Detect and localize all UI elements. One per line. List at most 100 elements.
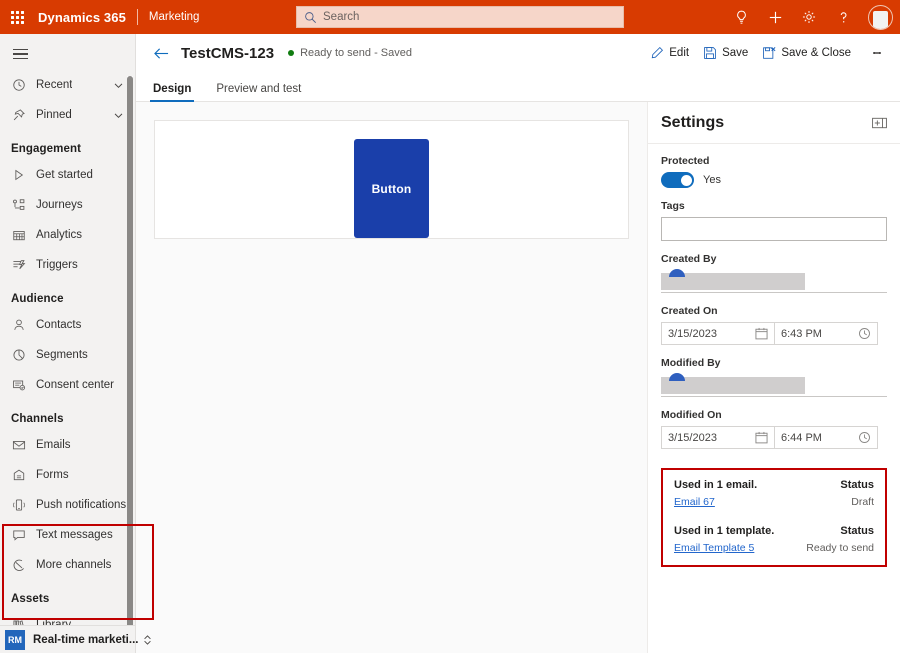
sidebar-item-pinned[interactable]: Pinned — [0, 100, 135, 130]
sidebar-item-library[interactable]: Library — [0, 610, 135, 625]
sidebar-item-forms[interactable]: Forms — [0, 460, 135, 490]
modified-on-time-value: 6:44 PM — [781, 432, 822, 444]
sidebar-item-label: Forms — [36, 469, 69, 481]
usage-email-header: Used in 1 email. Status — [674, 479, 874, 491]
sidebar-item-label: Emails — [36, 439, 71, 451]
created-on-date-value: 3/15/2023 — [668, 328, 717, 340]
created-on-time-value: 6:43 PM — [781, 328, 822, 340]
sidebar-item-consent-center[interactable]: Consent center — [0, 370, 135, 400]
design-canvas[interactable]: Button — [136, 102, 648, 653]
sidebar-item-label: Triggers — [36, 259, 78, 271]
save-and-close-button[interactable]: Save & Close — [755, 39, 858, 67]
calendar-icon[interactable] — [755, 327, 768, 340]
clock-icon[interactable] — [858, 431, 871, 444]
sidebar-item-label: Recent — [36, 79, 72, 91]
work-area: Button Settings — [136, 102, 900, 653]
sidebar-item-label: Analytics — [36, 229, 82, 241]
sidebar-item-recent[interactable]: Recent — [0, 70, 135, 100]
sidebar-item-label: Push notifications — [36, 499, 126, 511]
settings-header: Settings — [648, 102, 900, 144]
edit-button[interactable]: Edit — [643, 39, 696, 67]
field-label: Tags — [661, 200, 887, 212]
sidebar-item-get-started[interactable]: Get started — [0, 160, 135, 190]
brand-title[interactable]: Dynamics 365 — [34, 10, 126, 25]
sidebar-item-text-messages[interactable]: Text messages — [0, 520, 135, 550]
hamburger-icon[interactable] — [0, 38, 40, 70]
modified-on-date-input[interactable]: 3/15/2023 — [661, 426, 775, 449]
triggers-icon — [10, 257, 27, 273]
main-region: TestCMS-123 Ready to send - Saved Edit — [136, 34, 900, 653]
settings-panel: Settings Protected — [648, 102, 900, 653]
sidebar-item-segments[interactable]: Segments — [0, 340, 135, 370]
tags-input[interactable] — [661, 217, 887, 241]
sidebar-item-emails[interactable]: Emails — [0, 430, 135, 460]
analytics-icon — [10, 227, 27, 243]
sidebar-item-push-notifications[interactable]: Push notifications — [0, 490, 135, 520]
created-by-lookup[interactable] — [661, 270, 887, 293]
sms-icon — [10, 527, 27, 543]
tab-preview-and-test[interactable]: Preview and test — [213, 83, 304, 101]
more-channels-icon — [10, 557, 27, 573]
usage-spacer — [674, 508, 874, 525]
modified-on-time-input[interactable]: 6:44 PM — [775, 426, 878, 449]
avatar[interactable] — [860, 0, 900, 34]
back-arrow-icon[interactable] — [150, 42, 172, 64]
usage-template-link[interactable]: Email Template 5 — [674, 542, 754, 554]
field-created-on: Created On 3/15/2023 — [661, 305, 887, 345]
sidebar-item-more-channels[interactable]: More channels — [0, 550, 135, 580]
usage-email-link[interactable]: Email 67 — [674, 496, 715, 508]
push-icon — [10, 497, 27, 513]
journeys-icon — [10, 197, 27, 213]
chevron-down-icon[interactable] — [113, 80, 124, 91]
lightbulb-icon[interactable] — [724, 0, 758, 34]
usage-email-row: Email 67 Draft — [674, 496, 874, 508]
content-block-card: Button — [154, 120, 629, 239]
segments-icon — [10, 347, 27, 363]
collapse-pane-icon[interactable] — [870, 115, 888, 131]
field-modified-on: Modified On 3/15/2023 — [661, 409, 887, 449]
usage-email-status: Draft — [851, 496, 874, 508]
sidebar-scrollbar[interactable] — [127, 76, 133, 625]
plus-icon[interactable] — [758, 0, 792, 34]
protected-toggle[interactable] — [661, 172, 694, 188]
protected-toggle-value: Yes — [703, 174, 721, 186]
sidebar-item-triggers[interactable]: Triggers — [0, 250, 135, 280]
consent-icon — [10, 377, 27, 393]
clock-icon[interactable] — [858, 327, 871, 340]
forms-icon — [10, 467, 27, 483]
more-commands-icon[interactable] — [864, 39, 890, 67]
command-actions: Edit Save — [643, 39, 890, 67]
app-shell: Recent Pinned — [0, 34, 900, 653]
usage-template-header: Used in 1 template. Status — [674, 525, 874, 537]
calendar-icon[interactable] — [755, 431, 768, 444]
chevron-down-icon[interactable] — [113, 110, 124, 121]
sidebar-item-journeys[interactable]: Journeys — [0, 190, 135, 220]
search-input[interactable] — [323, 11, 616, 23]
tab-design[interactable]: Design — [150, 83, 194, 101]
question-icon[interactable] — [826, 0, 860, 34]
app-switcher[interactable]: RM Real-time marketi... — [0, 625, 135, 653]
brand-divider — [137, 9, 138, 25]
modified-by-lookup[interactable] — [661, 374, 887, 397]
search-box[interactable] — [296, 6, 624, 28]
modified-on-date-value: 3/15/2023 — [668, 432, 717, 444]
settings-title: Settings — [661, 114, 724, 132]
sidebar-item-analytics[interactable]: Analytics — [0, 220, 135, 250]
sidebar-item-contacts[interactable]: Contacts — [0, 310, 135, 340]
edit-button-label: Edit — [669, 47, 689, 59]
usage-panel: Used in 1 email. Status Email 67 Draft U… — [661, 468, 887, 567]
app-name[interactable]: Marketing — [149, 11, 200, 23]
sidebar-scroll-region: Recent Pinned — [0, 34, 135, 625]
sidebar-group-channels: Channels — [0, 400, 135, 430]
updown-chevron-icon[interactable] — [142, 634, 153, 646]
status-badge: Ready to send - Saved — [300, 47, 412, 59]
save-button[interactable]: Save — [696, 39, 755, 67]
redacted-avatar — [669, 373, 685, 381]
created-on-date-input[interactable]: 3/15/2023 — [661, 322, 775, 345]
created-on-time-input[interactable]: 6:43 PM — [775, 322, 878, 345]
field-tags: Tags — [661, 200, 887, 241]
gear-icon[interactable] — [792, 0, 826, 34]
content-button[interactable]: Button — [354, 139, 430, 238]
field-label: Created On — [661, 305, 887, 317]
app-launcher-icon[interactable] — [0, 0, 34, 34]
